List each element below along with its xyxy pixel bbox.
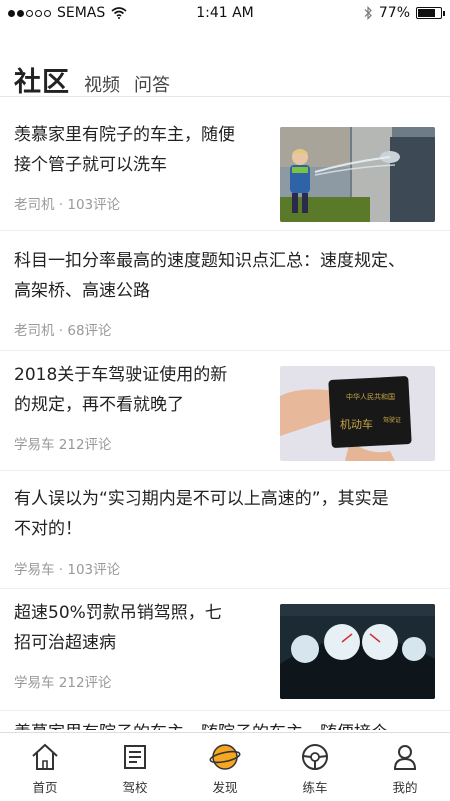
thumbnail-boy-washing-car[interactable] xyxy=(280,127,435,222)
bluetooth-icon xyxy=(364,6,372,20)
title-line: 2018关于车驾驶证使用的新 xyxy=(14,365,228,385)
nav-discover-label: 发现 xyxy=(212,780,238,795)
nav-practice[interactable]: 练车 xyxy=(270,733,360,801)
feed-list: 羡慕家里有院子的车主，随便 接个管子就可以洗车 老司机 · 103评论 科目一扣… xyxy=(0,98,450,730)
user-icon xyxy=(393,745,417,770)
title-line: 的规定，再不看就晚了 xyxy=(14,395,184,415)
license-main-text: 机动车 xyxy=(340,417,373,431)
nav-practice-label: 练车 xyxy=(302,780,328,795)
feed-item-title: 羡慕家里有院子的车主，随院子的车主，随便接个 xyxy=(14,718,388,730)
community-tabs: 社区 视频 问答 xyxy=(14,60,170,99)
title-line: 科目一扣分率最高的速度题知识点汇总：速度规定、 xyxy=(14,251,405,271)
steering-wheel-icon xyxy=(302,744,328,770)
feed-item-title: 科目一扣分率最高的速度题知识点汇总：速度规定、 高架桥、高速公路 xyxy=(14,246,405,306)
tab-divider xyxy=(0,96,450,97)
feed-item-meta: 学易车 212评论 xyxy=(14,675,112,691)
nav-profile[interactable]: 我的 xyxy=(360,733,450,801)
feed-item-meta: 老司机 · 103评论 xyxy=(14,197,121,213)
thumbnail-dashboard[interactable] xyxy=(280,604,435,699)
tab-community[interactable]: 社区 xyxy=(14,60,70,99)
nav-school-label: 驾校 xyxy=(122,780,148,795)
feed-item-meta: 学易车 212评论 xyxy=(14,437,112,453)
status-bar: SEMAS 1:41 AM 77% xyxy=(0,0,450,26)
feed-separator xyxy=(0,350,450,351)
nav-home-label: 首页 xyxy=(32,780,58,795)
title-line: 招可治超速病 xyxy=(14,633,116,653)
title-line: 羡慕家里有院子的车主，随便 xyxy=(14,125,235,145)
tab-video[interactable]: 视频 xyxy=(84,71,120,99)
battery-fill xyxy=(418,9,435,17)
feed-separator xyxy=(0,710,450,711)
feed-separator xyxy=(0,470,450,471)
feed-item-title: 有人误以为“实习期内是不可以上高速的”，其实是 不对的！ xyxy=(14,484,389,544)
feed-item-meta: 学易车 · 103评论 xyxy=(14,562,121,578)
battery-percent: 77% xyxy=(378,5,410,21)
planet-icon xyxy=(209,744,241,770)
home-icon xyxy=(32,743,58,770)
nav-home[interactable]: 首页 xyxy=(0,733,90,801)
status-right: 77% xyxy=(363,5,445,21)
nav-profile-label: 我的 xyxy=(392,780,418,795)
feed-separator xyxy=(0,588,450,589)
license-top-text: 中华人民共和国 xyxy=(346,392,395,401)
nav-discover[interactable]: 发现 xyxy=(180,733,270,801)
title-line: 高架桥、高速公路 xyxy=(14,281,150,301)
license-side-text: 驾驶证 xyxy=(383,416,401,424)
title-line: 有人误以为“实习期内是不可以上高速的”，其实是 xyxy=(14,489,389,509)
nav-school[interactable]: 驾校 xyxy=(90,733,180,801)
feed-item-title: 羡慕家里有院子的车主，随便 接个管子就可以洗车 xyxy=(14,120,235,180)
title-line: 超速50%罚款吊销驾照，七 xyxy=(14,603,222,623)
title-line: 不对的！ xyxy=(14,519,82,539)
feed-item-meta: 老司机 · 68评论 xyxy=(14,323,112,339)
feed-item-title: 超速50%罚款吊销驾照，七 招可治超速病 xyxy=(14,598,222,658)
feed-item-title: 2018关于车驾驶证使用的新 的规定，再不看就晚了 xyxy=(14,360,227,420)
tab-qa[interactable]: 问答 xyxy=(134,71,170,99)
feed-separator xyxy=(0,230,450,231)
title-line: 接个管子就可以洗车 xyxy=(14,155,167,175)
thumbnail-driving-license[interactable]: 中华人民共和国 机动车 驾驶证 xyxy=(280,366,435,461)
school-icon xyxy=(124,745,146,769)
battery-icon xyxy=(416,7,445,19)
bottom-nav: 首页 驾校 发现 练车 我的 xyxy=(0,732,450,801)
title-line: 羡慕家里有院子的车主，随院子的车主，随便接个 xyxy=(14,718,388,730)
